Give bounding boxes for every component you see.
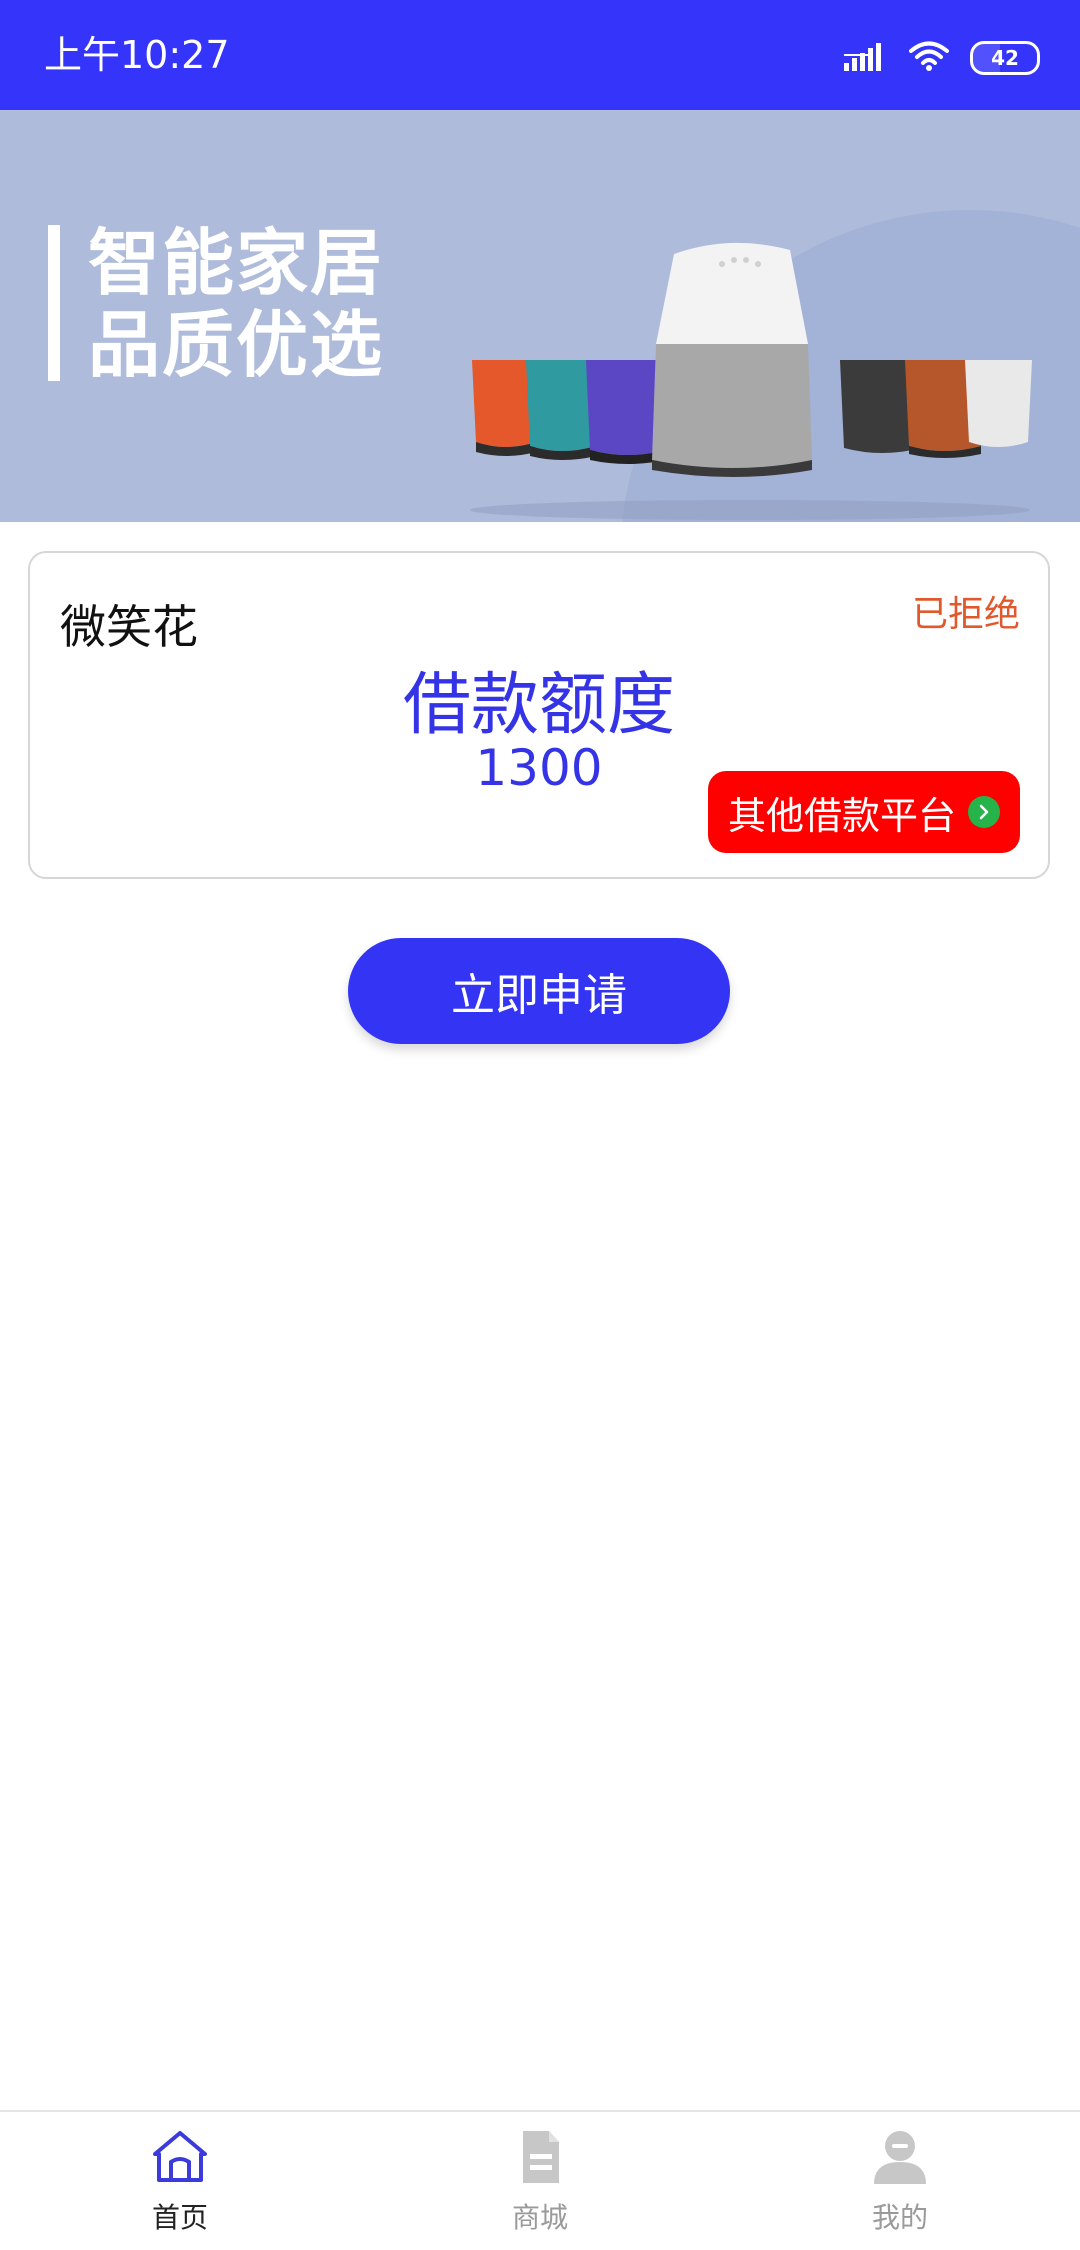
signal-icon [844,41,888,75]
tab-mine-label: 我的 [871,2201,928,2234]
banner-accent-bar [48,225,60,381]
promo-banner[interactable]: 智能家居 品质优选 [0,110,1080,522]
tab-mine[interactable]: 我的 [720,2112,1080,2250]
tab-home-label: 首页 [151,2201,208,2234]
tab-mall[interactable]: 商城 [360,2112,720,2250]
battery-level: 42 [991,46,1019,70]
loan-card: 微笑花 已拒绝 借款额度 1300 其他借款平台 [28,551,1050,879]
smart-speaker-image [470,242,1032,520]
status-badge: 已拒绝 [911,594,1020,635]
status-icons: 42 [844,40,1040,76]
user-icon [869,2128,931,2190]
banner-line1: 智能家居 [88,221,385,305]
tab-home[interactable]: 首页 [0,2112,360,2250]
banner-title: 智能家居 品质优选 [88,222,384,386]
product-name: 微笑花 [60,600,198,654]
other-platforms-button[interactable]: 其他借款平台 [708,771,1020,853]
status-time: 上午10:27 [44,33,230,77]
wifi-icon [908,40,950,76]
home-icon [149,2128,211,2190]
other-platforms-label: 其他借款平台 [727,793,956,838]
tab-mall-label: 商城 [511,2201,568,2234]
apply-now-button[interactable]: 立即申请 [348,938,730,1044]
status-bar: 上午10:27 42 [0,0,1080,110]
chevron-right-icon [968,796,1000,828]
banner-line2: 品质优选 [88,303,385,387]
loan-limit-label: 借款额度 [402,666,675,745]
battery-icon: 42 [970,41,1040,75]
document-icon [509,2128,571,2190]
bottom-nav: 首页 商城 我的 [0,2110,1080,2250]
